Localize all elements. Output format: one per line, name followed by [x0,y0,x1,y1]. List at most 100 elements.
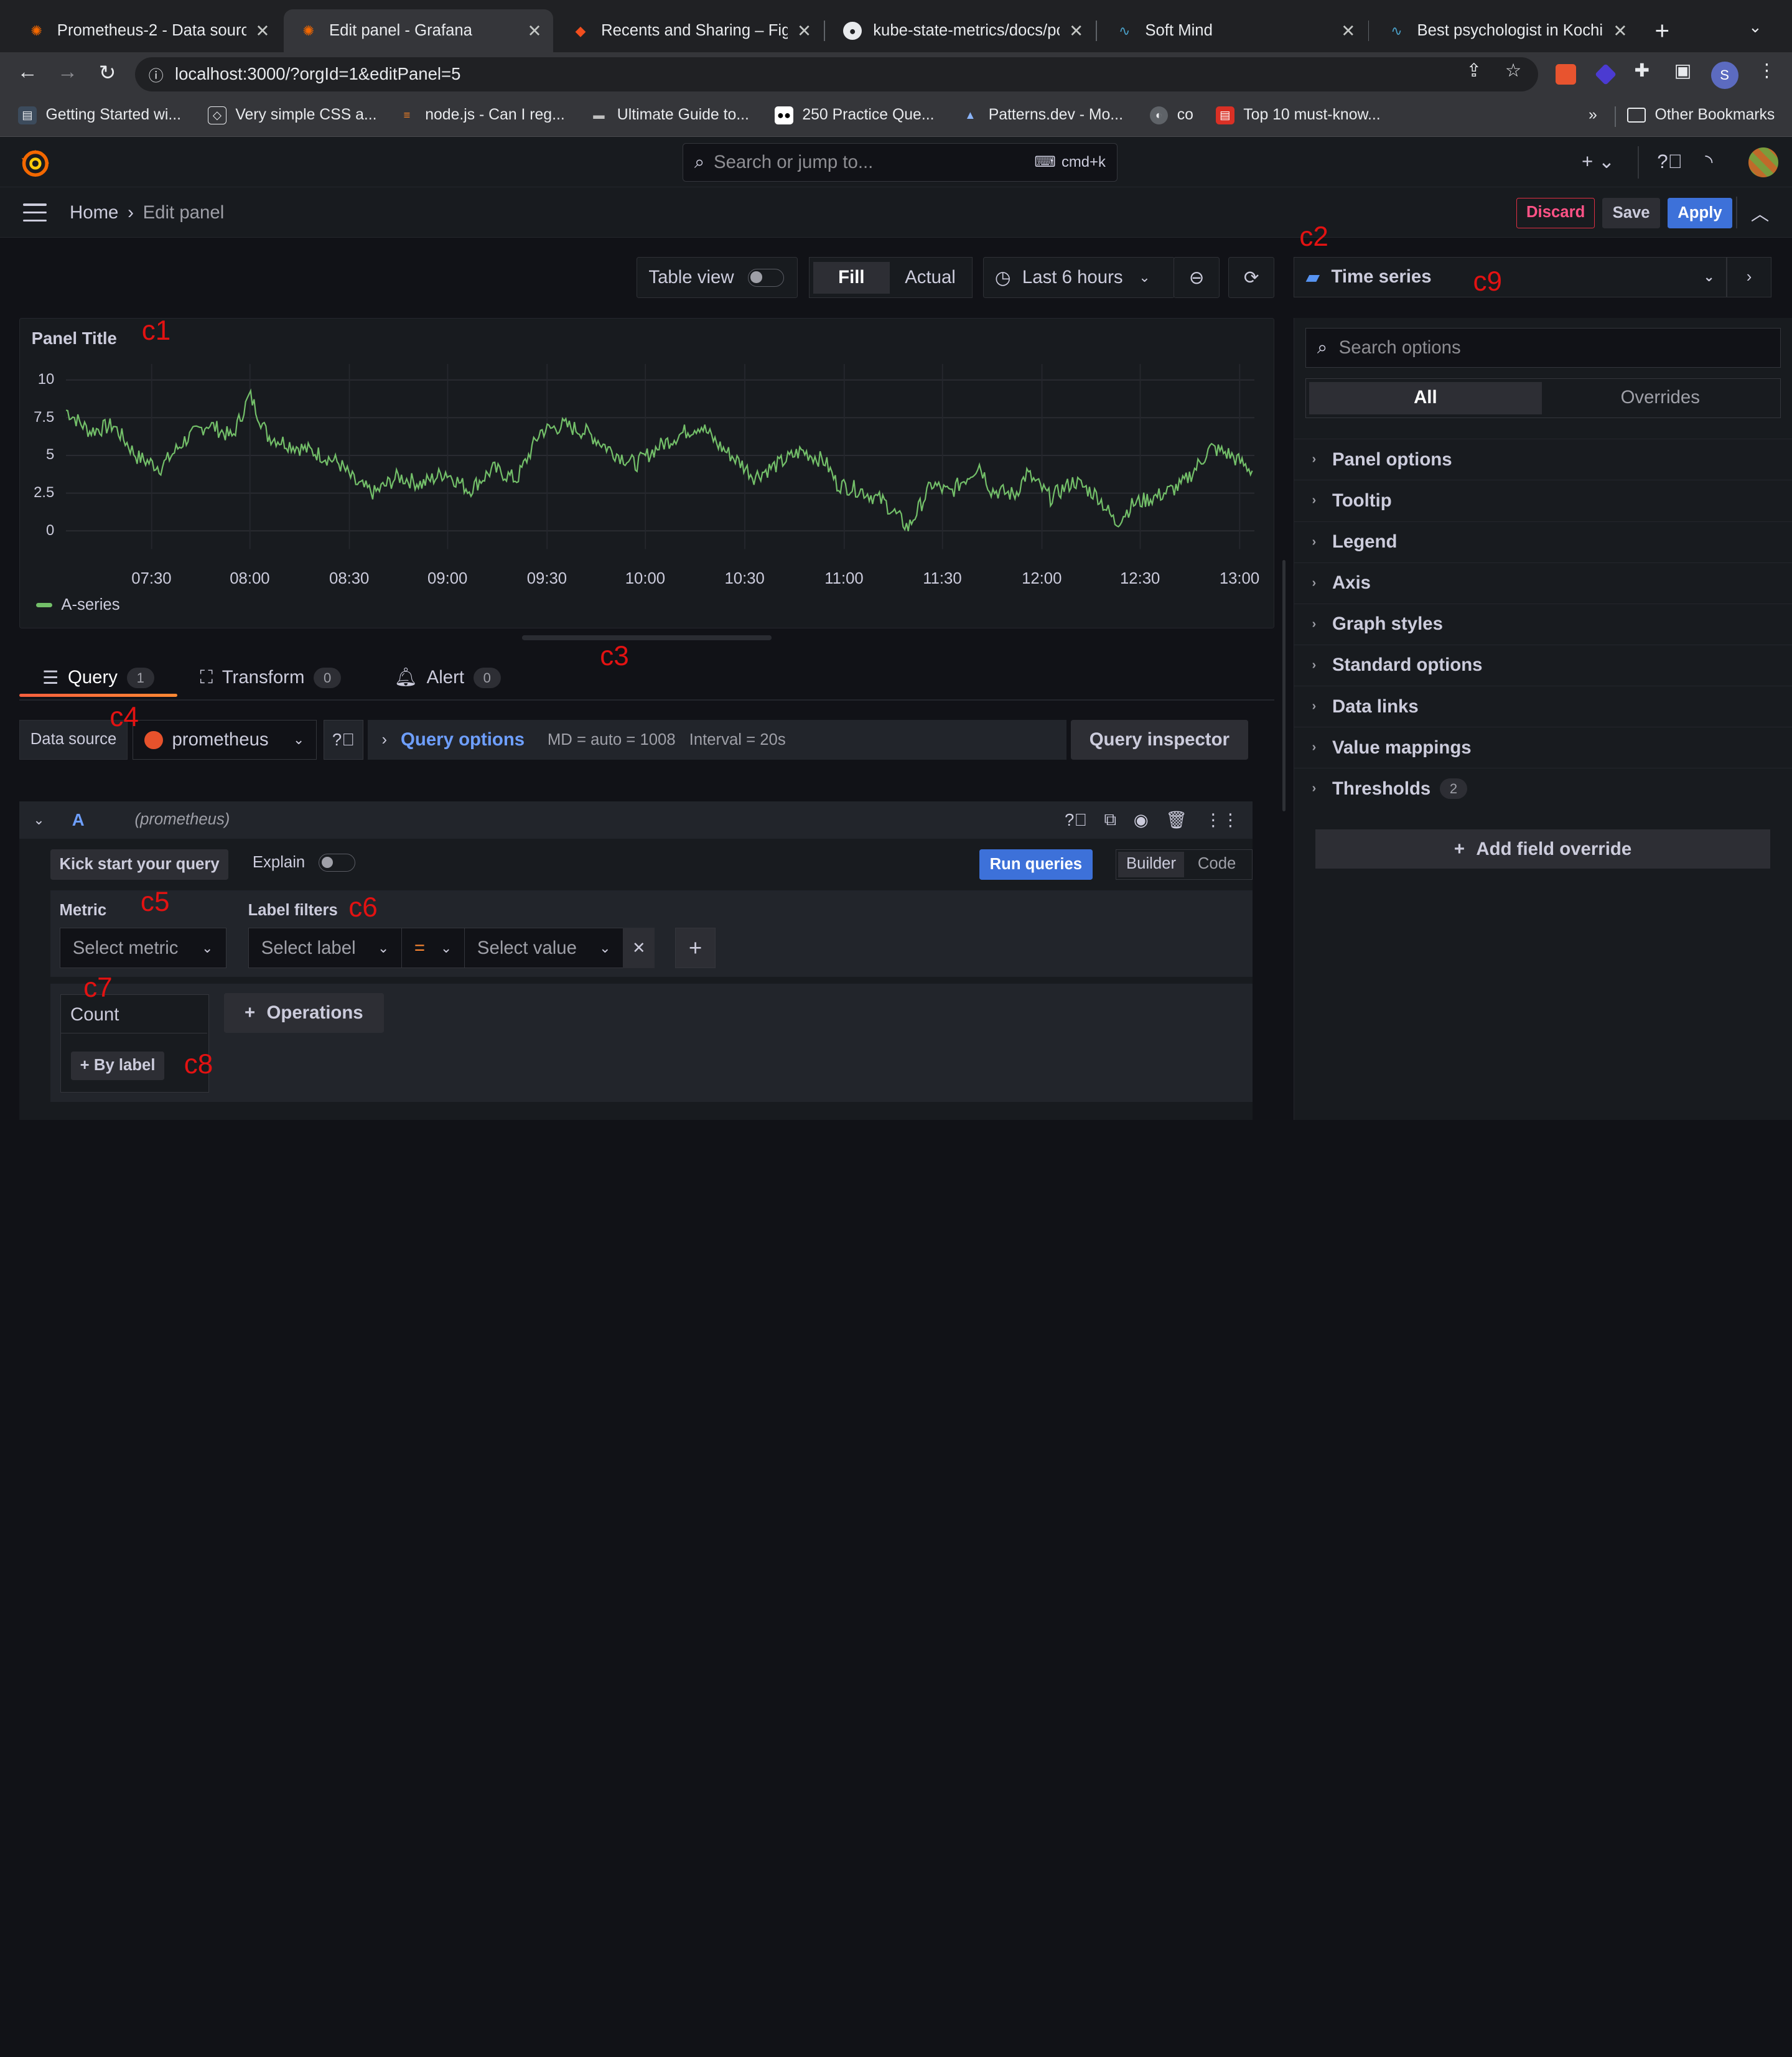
new-tab-icon[interactable]: + [1655,16,1670,45]
options-section-legend[interactable]: › Legend [1294,521,1792,562]
browser-tab[interactable]: ∿ Soft Mind ✕ [1099,9,1367,53]
chart-legend[interactable]: A-series [35,596,120,614]
refresh-button[interactable]: ⟳ [1228,257,1274,299]
time-range-picker[interactable]: ◷ Last 6 hours ⌄ [982,257,1175,299]
toggle-switch[interactable] [747,268,785,287]
site-info-icon[interactable]: ⓘ [149,63,164,85]
search-bar[interactable]: ⌕ Search or jump to... ⌨ cmd+k [682,142,1118,182]
help-icon[interactable]: ?⃝ [1065,810,1087,830]
search-options-input[interactable]: ⌕ Search options [1305,328,1781,368]
breadcrumb-home[interactable]: Home [70,202,118,223]
datasource-picker[interactable]: prometheus ⌄ [133,720,317,760]
fill-option[interactable]: Fill [813,261,890,294]
zoom-out-button[interactable]: ⊖ [1174,257,1220,299]
extension-icon[interactable] [1595,63,1617,85]
add-filter-button[interactable]: + [675,928,716,968]
label-select[interactable]: Select label ⌄ [248,928,403,968]
trash-icon[interactable]: 🗑︎ [1165,809,1187,830]
drag-handle-icon[interactable]: ⋮⋮ [1205,810,1239,830]
browser-tab[interactable]: ∿ Best psychologist in Kochi, ✕ [1371,9,1639,53]
tab-transform[interactable]: ⛶ Transform 0 [200,657,342,698]
extension-icon[interactable] [1555,63,1576,85]
close-tab-icon[interactable]: ✕ [1613,21,1627,41]
tab-search-icon[interactable]: ⌄ [1748,18,1762,37]
visualization-picker[interactable]: ▰ Time series ⌄ [1294,257,1727,297]
bookmark[interactable]: ◐ co [1149,106,1193,125]
extensions-puzzle-icon[interactable]: ✚ [1634,60,1650,82]
chevron-down-icon[interactable]: ⌄ [33,812,44,828]
tab-query[interactable]: ☰ Query 1 [42,657,154,698]
reload-icon[interactable]: ↻ [94,60,121,85]
options-section-graph-styles[interactable]: › Graph styles [1294,603,1792,645]
query-inspector-button[interactable]: Query inspector [1070,720,1248,760]
forward-icon[interactable]: → [54,60,81,84]
save-button[interactable]: Save [1602,197,1661,229]
duplicate-icon[interactable]: ⧉ [1104,809,1117,830]
options-section-thresholds[interactable]: › Thresholds 2 [1294,768,1792,809]
discard-button[interactable]: Discard [1516,197,1595,229]
bookmark[interactable]: ▤ Top 10 must-know... [1216,106,1381,125]
run-queries-button[interactable]: Run queries [979,849,1093,880]
close-tab-icon[interactable]: ✕ [1341,21,1355,41]
scrollbar[interactable] [1280,559,1289,1120]
table-view-toggle[interactable]: Table view [637,257,798,299]
close-tab-icon[interactable]: ✕ [255,21,269,41]
bookmark[interactable]: ▲ Patterns.dev - Mo... [961,106,1123,124]
options-section-standard[interactable]: › Standard options [1294,644,1792,686]
bookmark[interactable]: ▤ Getting Started wi... [18,106,181,125]
bookmark-star-icon[interactable]: ☆ [1505,60,1521,82]
profile-avatar[interactable]: S [1710,62,1738,90]
bookmark[interactable]: ≡ node.js - Can I reg... [398,106,564,124]
other-bookmarks[interactable]: Other Bookmarks [1627,106,1775,124]
datasource-help-button[interactable]: ?⃝ [323,720,364,760]
apply-button[interactable]: Apply [1667,197,1733,229]
toggle-switch[interactable] [319,854,356,872]
all-option[interactable]: All [1309,382,1542,414]
browser-tab-active[interactable]: ✺ Edit panel - Grafana ✕ [283,9,553,53]
close-tab-icon[interactable]: ✕ [528,21,542,41]
query-ref-id[interactable]: A [72,810,85,830]
options-section-axis[interactable]: › Axis [1294,562,1792,604]
bookmarks-overflow[interactable]: » [1589,106,1597,124]
user-avatar[interactable] [1748,147,1778,177]
query-options[interactable]: › Query options MD = auto = 1008 Interva… [368,720,1066,760]
value-select[interactable]: Select value ⌄ [464,928,624,968]
grafana-logo-icon[interactable] [21,149,50,179]
menu-toggle-icon[interactable] [22,203,47,228]
address-bar[interactable]: ⓘ localhost:3000/?orgId=1&editPanel=5 [134,57,1539,91]
explain-toggle[interactable]: Explain [253,854,356,872]
share-icon[interactable]: ⇪ [1466,60,1482,82]
browser-tab[interactable]: ● kube-state-metrics/docs/pod ✕ [828,9,1095,53]
code-option[interactable]: Code [1184,852,1250,877]
panel-title[interactable]: Panel Title [32,329,117,348]
overrides-option[interactable]: Overrides [1544,382,1776,414]
operator-select[interactable]: = ⌄ [401,928,465,968]
options-section-data-links[interactable]: › Data links [1294,686,1792,727]
kick-start-button[interactable]: Kick start your query [50,849,229,880]
metric-select[interactable]: Select metric ⌄ [59,928,226,968]
close-tab-icon[interactable]: ✕ [797,21,811,41]
options-section-value-mappings[interactable]: › Value mappings [1294,727,1792,768]
bookmark[interactable]: ●● 250 Practice Que... [775,106,934,125]
news-rss-icon[interactable]: ◝ [1705,151,1712,173]
time-series-chart[interactable] [65,364,1254,558]
browser-tab[interactable]: ✺ Prometheus-2 - Data sources ✕ [11,9,281,53]
bookmark[interactable]: ▬ Ultimate Guide to... [590,106,749,124]
more-menu-icon[interactable]: ⋮ [1758,60,1776,82]
add-field-override-button[interactable]: + Add field override [1315,829,1771,869]
series-line-a[interactable] [65,388,1253,531]
by-label-button[interactable]: + By label [70,1051,165,1080]
eye-icon[interactable]: ◉ [1134,810,1149,830]
resize-handle[interactable] [522,635,772,640]
new-menu-icon[interactable]: + ⌄ [1582,151,1615,173]
options-section-tooltip[interactable]: › Tooltip [1294,480,1792,521]
actual-option[interactable]: Actual [892,262,969,294]
help-icon[interactable]: ?⃝ [1657,151,1682,173]
collapse-options-button[interactable]: › [1727,257,1771,297]
side-panel-icon[interactable]: ▣ [1674,60,1692,82]
tab-alert[interactable]: 🔔︎ Alert 0 [394,657,501,698]
browser-tab[interactable]: ◆ Recents and Sharing – Figma ✕ [556,9,823,53]
bookmark[interactable]: ◇ Very simple CSS a... [208,106,377,125]
options-section-panel[interactable]: › Panel options [1294,439,1792,480]
query-row-header[interactable]: ⌄ A (prometheus) ?⃝ ⧉ ◉ 🗑︎ ⋮⋮ [19,801,1253,839]
